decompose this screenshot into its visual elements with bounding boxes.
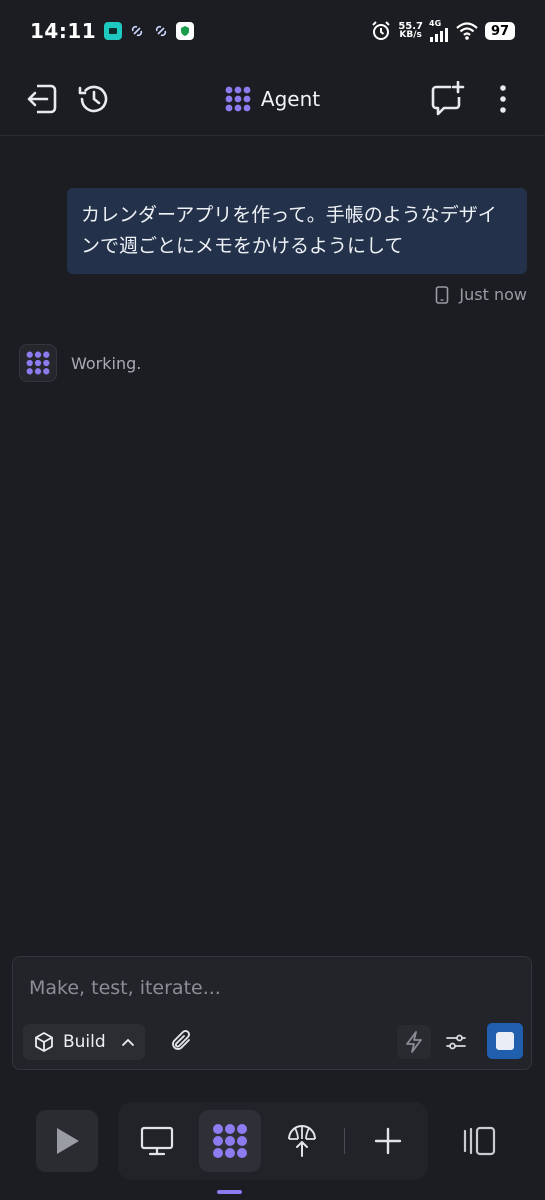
- exit-icon: [27, 84, 57, 113]
- agent-logo-icon: [225, 86, 251, 112]
- power-mode-button[interactable]: [397, 1025, 431, 1059]
- page-title-text: Agent: [260, 87, 321, 111]
- app-notification-icon: [104, 22, 123, 40]
- prompt-input[interactable]: [29, 973, 509, 1003]
- panel-icon: [463, 1126, 496, 1156]
- history-icon: [78, 85, 108, 112]
- chevron-up-icon: [122, 1038, 134, 1046]
- run-button[interactable]: [36, 1110, 98, 1172]
- paperclip-icon: [172, 1030, 190, 1050]
- link-notification-icon: [128, 22, 146, 40]
- nav-preview[interactable]: [126, 1110, 188, 1172]
- home-indicator: [217, 1190, 242, 1194]
- status-time: 14:11: [30, 19, 97, 43]
- nav-add-tool[interactable]: [357, 1110, 419, 1172]
- agent-status-text: Working.: [71, 353, 142, 373]
- settings-button[interactable]: [441, 1027, 471, 1057]
- lightning-icon: [406, 1031, 422, 1053]
- signal-icon: [430, 28, 448, 42]
- nav-deploy[interactable]: [271, 1110, 333, 1172]
- agent-icon: [26, 351, 50, 375]
- agent-avatar: [19, 344, 57, 382]
- composer: Build: [12, 956, 532, 1070]
- cube-icon: [35, 1032, 53, 1052]
- wifi-icon: [456, 22, 478, 40]
- monitor-icon: [140, 1126, 174, 1156]
- battery-indicator: 97: [485, 22, 515, 40]
- more-options-button[interactable]: [485, 81, 521, 117]
- new-chat-icon: [431, 80, 465, 115]
- system-status: 55.7 KB/s 4G 97: [370, 20, 515, 42]
- screen: 14:11 55.7 KB/s 4G 97 Agent カレンダーアプリを作って…: [0, 0, 545, 1200]
- attach-button[interactable]: [167, 1027, 197, 1057]
- stop-button[interactable]: [487, 1023, 523, 1059]
- deploy-icon: [288, 1125, 316, 1157]
- plus-icon: [374, 1127, 402, 1155]
- agent-icon: [213, 1124, 247, 1158]
- top-bar: Agent: [0, 62, 545, 136]
- bottom-nav: [0, 1102, 545, 1180]
- network-speed: 55.7 KB/s: [398, 21, 423, 40]
- nav-agent[interactable]: [199, 1110, 261, 1172]
- history-button[interactable]: [76, 81, 112, 117]
- cellular-signal: 4G: [429, 20, 449, 42]
- alarm-icon: [372, 21, 391, 40]
- nav-divider: [344, 1128, 345, 1154]
- exit-button[interactable]: [24, 81, 60, 117]
- header-actions: [429, 80, 521, 117]
- nav-panels[interactable]: [448, 1110, 510, 1172]
- mode-label: Build: [63, 1032, 106, 1052]
- sliders-icon: [446, 1034, 466, 1050]
- agent-message: Working.: [19, 344, 141, 382]
- status-bar: 14:11 55.7 KB/s 4G 97: [0, 0, 545, 62]
- phone-icon: [436, 285, 449, 304]
- notification-icons: [104, 22, 195, 40]
- play-icon: [57, 1128, 79, 1154]
- stop-icon: [496, 1032, 514, 1050]
- message-timestamp: Just now: [435, 285, 527, 304]
- mode-selector-button[interactable]: Build: [23, 1024, 145, 1060]
- link-notification-icon: [152, 22, 170, 40]
- nav-tool-group: [118, 1102, 428, 1180]
- new-chat-button[interactable]: [429, 80, 465, 117]
- user-message-bubble[interactable]: カレンダーアプリを作って。手帳のようなデザインで週ごとにメモをかけるようにして: [67, 188, 527, 274]
- more-vert-icon: [500, 84, 506, 113]
- shield-notification-icon: [176, 22, 195, 40]
